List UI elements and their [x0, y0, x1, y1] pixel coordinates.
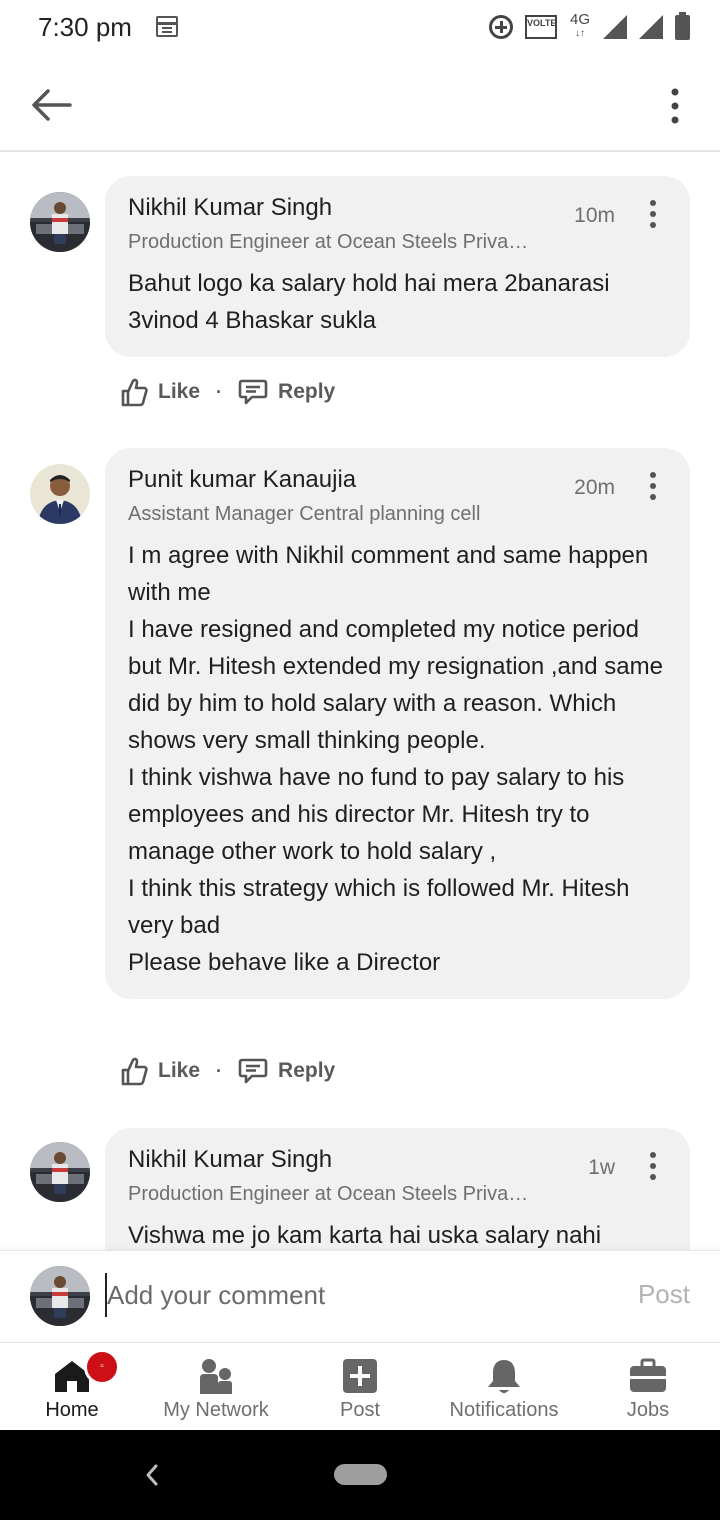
comment-composer: Post: [0, 1250, 720, 1342]
nav-label: Notifications: [449, 1399, 559, 1421]
comment-text-line: Vishwa me jo kam karta hai uska salary n…: [128, 1222, 602, 1249]
avatar[interactable]: [30, 464, 90, 524]
comment-bubble: Nikhil Kumar Singh Production Engineer a…: [105, 176, 690, 357]
nav-label: Post: [339, 1399, 381, 1421]
comment-actions: Like · Reply: [120, 372, 335, 412]
comment-text-line: I have resigned and completed my notice …: [128, 616, 663, 754]
data-saver-icon: [489, 15, 513, 39]
nav-post[interactable]: Post: [288, 1343, 432, 1431]
avatar: [30, 1266, 90, 1326]
briefcase-icon: [630, 1358, 666, 1392]
post-comment-button[interactable]: Post: [638, 1279, 690, 1310]
separator: ·: [216, 1060, 223, 1081]
network-type-icon: 4G ↓↑: [569, 11, 590, 39]
nav-label: My Network: [163, 1399, 269, 1421]
arrow-left-icon: [32, 89, 72, 121]
nav-notifications[interactable]: Notifications: [432, 1343, 576, 1431]
more-vertical-icon: [650, 1147, 656, 1185]
separator: ·: [216, 381, 223, 402]
avatar-photo: [30, 1266, 90, 1326]
avatar[interactable]: [30, 1142, 90, 1202]
thumbs-up-icon: [121, 1057, 148, 1086]
status-icons: VOLTE 4G ↓↑: [489, 10, 690, 44]
comment-time: 10m: [574, 204, 615, 227]
chevron-left-icon: [146, 1464, 158, 1486]
signal-icon: [603, 15, 627, 39]
like-button[interactable]: Like: [120, 377, 200, 407]
reply-button[interactable]: Reply: [238, 1057, 335, 1085]
comment-text: I m agree with Nikhil comment and same h…: [128, 537, 668, 981]
author-headline: Assistant Manager Central planning cell: [128, 503, 481, 525]
nav-my-network[interactable]: My Network: [144, 1343, 288, 1431]
reply-label: Reply: [278, 380, 336, 403]
nav-home[interactable]: ▫ Home: [0, 1343, 144, 1431]
reply-bubble-icon: [238, 379, 268, 405]
comment-list[interactable]: Nikhil Kumar Singh Production Engineer a…: [0, 152, 720, 1250]
comment-bubble: Nikhil Kumar Singh Production Engineer a…: [105, 1128, 690, 1250]
bell-icon: [488, 1360, 520, 1393]
calendar-icon: [156, 16, 178, 37]
comment-text-line: Please behave like a Director: [128, 949, 441, 976]
like-label: Like: [158, 380, 201, 403]
comment-author[interactable]: Nikhil Kumar Singh: [128, 1144, 668, 1176]
battery-icon: [675, 11, 690, 40]
app-bar: [0, 54, 720, 152]
status-bar: 7:30 pm VOLTE 4G ↓↑: [0, 0, 720, 54]
avatar-photo: [30, 464, 90, 524]
reply-label: Reply: [278, 1059, 336, 1082]
nav-jobs[interactable]: Jobs: [576, 1343, 720, 1431]
system-navigation-bar: [0, 1430, 720, 1520]
comment-input[interactable]: [105, 1273, 585, 1317]
reply-bubble-icon: [238, 1058, 268, 1084]
author-headline: Production Engineer at Ocean Steels Priv…: [128, 1183, 533, 1205]
comment-text-line: Bahut logo ka salary hold hai mera 2bana…: [128, 270, 610, 334]
author-headline: Production Engineer at Ocean Steels Priv…: [128, 231, 533, 253]
comment-menu-button[interactable]: [642, 1150, 664, 1182]
comment-text: Vishwa me jo kam karta hai uska salary n…: [128, 1217, 668, 1250]
comment-text-line: I think vishwa have no fund to pay salar…: [128, 764, 625, 865]
comment-menu-button[interactable]: [642, 198, 664, 230]
nav-label: Home: [45, 1399, 99, 1421]
reply-button[interactable]: Reply: [238, 378, 335, 406]
comment-text: Bahut logo ka salary hold hai mera 2bana…: [128, 265, 668, 339]
comment-actions: Like · Reply: [120, 1051, 335, 1091]
nav-label: Jobs: [626, 1399, 670, 1421]
back-button[interactable]: [26, 80, 78, 130]
comment-time: 20m: [574, 476, 615, 499]
comment-menu-button[interactable]: [642, 470, 664, 502]
more-options-button[interactable]: [660, 84, 690, 128]
avatar-photo: [30, 192, 90, 252]
system-back-button[interactable]: [138, 1458, 168, 1492]
notification-badge: ▫: [84, 1349, 120, 1385]
comment-time: 1w: [588, 1156, 615, 1179]
like-label: Like: [158, 1059, 201, 1082]
status-time: 7:30 pm: [38, 12, 132, 42]
comment-text-line: I think this strategy which is followed …: [128, 875, 630, 939]
more-vertical-icon: [650, 195, 656, 233]
bottom-navigation: ▫ Home My Network Post Notifications Job…: [0, 1342, 720, 1430]
people-icon: [200, 1359, 232, 1394]
comment-text-line: I m agree with Nikhil comment and same h…: [128, 542, 649, 606]
more-vertical-icon: [650, 467, 656, 505]
plus-square-icon: [343, 1359, 377, 1393]
thumbs-up-icon: [121, 378, 148, 407]
system-home-button[interactable]: [334, 1464, 387, 1485]
volte-icon: VOLTE: [525, 15, 557, 39]
more-vertical-icon: [671, 82, 679, 131]
avatar[interactable]: [30, 192, 90, 252]
like-button[interactable]: Like: [120, 1056, 200, 1086]
signal-icon-2: [639, 15, 663, 39]
avatar-photo: [30, 1142, 90, 1202]
comment-bubble: Punit kumar Kanaujia Assistant Manager C…: [105, 448, 690, 999]
